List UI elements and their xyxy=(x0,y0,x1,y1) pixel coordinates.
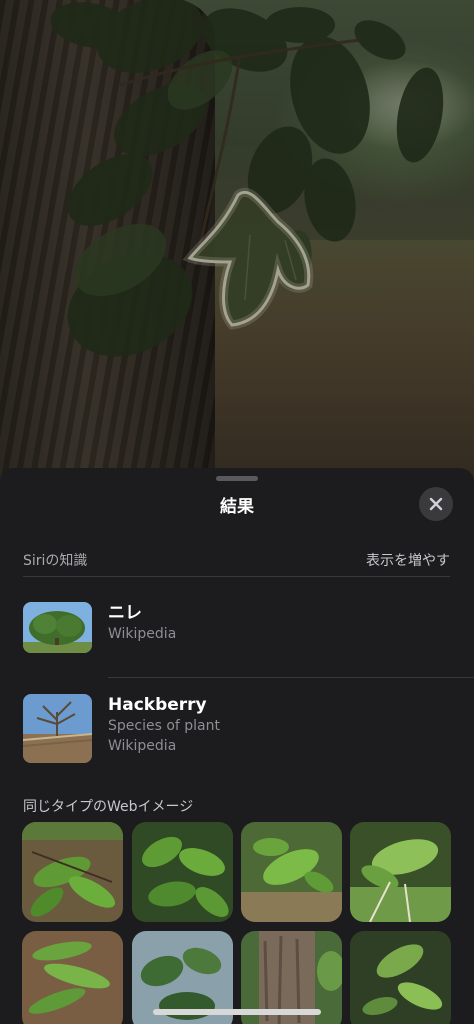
section-divider xyxy=(23,576,450,577)
result-thumbnail xyxy=(23,602,92,653)
row-divider xyxy=(108,677,474,678)
web-image-tile[interactable] xyxy=(22,822,123,922)
result-source: Wikipedia xyxy=(108,738,177,754)
result-source: Wikipedia xyxy=(108,626,177,642)
result-title: Hackberry xyxy=(108,695,207,715)
results-sheet: 結果 Siriの知識 表示を増やす ニレ Wikipedia Hackberry… xyxy=(0,468,474,1024)
web-image-tile[interactable] xyxy=(241,822,342,922)
show-more-button[interactable]: 表示を増やす xyxy=(366,550,450,570)
sheet-title: 結果 xyxy=(220,497,254,517)
result-row-elm[interactable]: ニレ Wikipedia xyxy=(23,602,450,672)
similar-web-images-label: 同じタイプのWebイメージ xyxy=(23,799,194,815)
siri-knowledge-label: Siriの知識 xyxy=(23,553,88,569)
web-image-tile[interactable] xyxy=(350,822,451,922)
siri-knowledge-header: Siriの知識 表示を増やす xyxy=(23,550,450,570)
result-subtitle: Species of plant xyxy=(108,718,220,734)
visual-lookup-screen: 結果 Siriの知識 表示を増やす ニレ Wikipedia Hackberry… xyxy=(0,0,474,1024)
result-thumbnail xyxy=(23,694,92,763)
result-title: ニレ xyxy=(108,603,142,623)
xmark-icon xyxy=(429,497,443,511)
web-image-tile[interactable] xyxy=(132,822,233,922)
home-indicator[interactable] xyxy=(153,1009,321,1015)
close-button[interactable] xyxy=(419,487,453,521)
sheet-grabber[interactable] xyxy=(216,476,258,481)
web-image-tile[interactable] xyxy=(350,931,451,1024)
result-row-hackberry[interactable]: Hackberry Species of plant Wikipedia xyxy=(23,694,450,764)
web-image-tile[interactable] xyxy=(22,931,123,1024)
subject-photo[interactable] xyxy=(0,0,474,480)
